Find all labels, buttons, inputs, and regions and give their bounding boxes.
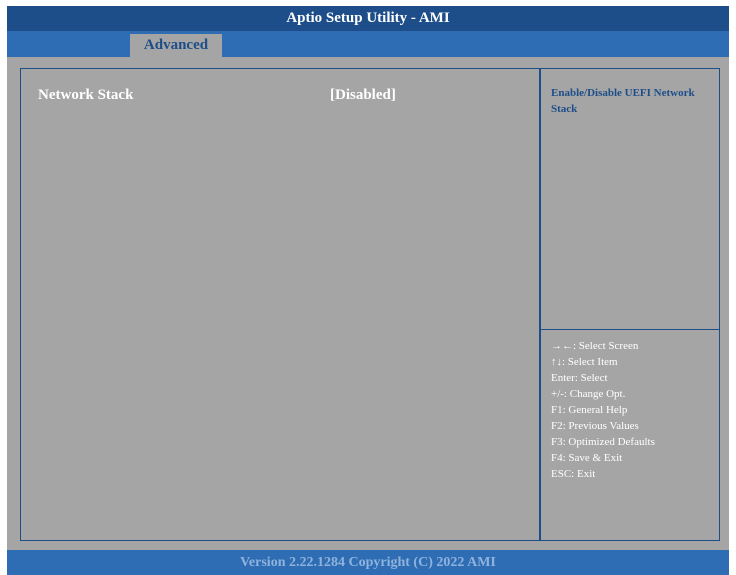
app-title: Aptio Setup Utility - AMI [286,10,450,26]
setting-label: Network Stack [38,87,134,103]
main-area: Network Stack [Disabled] Enable/Disable … [7,57,729,550]
help-text: Enable/Disable UEFI Network Stack [551,87,695,115]
key-item: ↑↓: Select Item [551,356,618,368]
key-item: ESC: Exit [551,468,596,480]
settings-panel: Network Stack [Disabled] [20,68,540,541]
key-legend: →←: Select Screen ↑↓: Select Item Enter:… [551,338,716,482]
key-item: F4: Save & Exit [551,452,623,464]
key-item: F1: General Help [551,404,628,416]
key-legend-panel: →←: Select Screen ↑↓: Select Item Enter:… [540,329,720,541]
help-panel: Enable/Disable UEFI Network Stack [540,68,720,330]
version-text: Version 2.22.1284 Copyright (C) 2022 AMI [240,554,496,570]
key-item: Enter: Select [551,372,608,384]
key-item: +/-: Change Opt. [551,388,626,400]
key-item: F3: Optimized Defaults [551,436,655,448]
tab-advanced[interactable]: Advanced [130,34,222,57]
footer: Version 2.22.1284 Copyright (C) 2022 AMI [7,550,729,575]
setting-network-stack[interactable]: Network Stack [Disabled] [38,87,438,109]
tab-bar: Advanced [7,31,729,57]
key-item: F2: Previous Values [551,420,639,432]
setting-value[interactable]: [Disabled] [330,87,396,104]
key-item: →←: Select Screen [551,340,639,352]
title-bar: Aptio Setup Utility - AMI [7,6,729,31]
